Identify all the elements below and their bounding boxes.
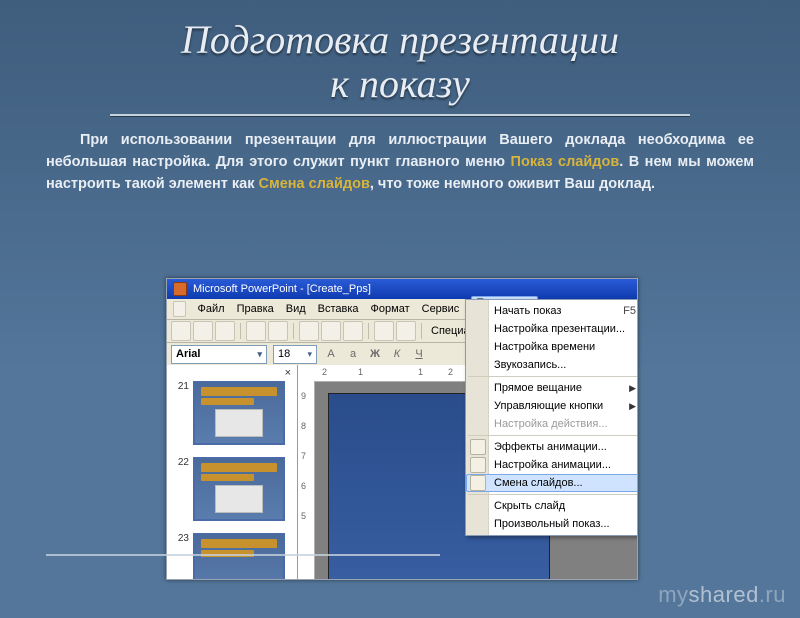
title-line2: к показу bbox=[330, 61, 470, 106]
menu-item[interactable]: Прямое вещание ▶ bbox=[466, 379, 638, 397]
menu-item-label: Начать показ bbox=[494, 305, 561, 317]
menu-item-label: Скрыть слайд bbox=[494, 500, 565, 512]
slideshow-dropdown[interactable]: Начать показ F5 Настройка презентации... На… bbox=[465, 299, 638, 536]
menu-item[interactable]: Настройка анимации... bbox=[466, 456, 638, 474]
menu-view[interactable]: Вид bbox=[286, 303, 306, 315]
thumb-number: 23 bbox=[171, 533, 193, 544]
menu-item[interactable]: Управляющие кнопки ▶ bbox=[466, 397, 638, 415]
menu-item-label: Звукозапись... bbox=[494, 359, 566, 371]
slides-panel[interactable]: × 21 22 23 bbox=[167, 365, 298, 579]
watermark: myshared.ru bbox=[658, 582, 786, 608]
window-title: Microsoft PowerPoint - [Create_Pps] bbox=[193, 283, 371, 295]
wm-b: shared bbox=[689, 582, 759, 607]
slide-thumbnail[interactable] bbox=[193, 457, 285, 521]
thumb-row[interactable]: 22 bbox=[171, 457, 293, 521]
window-titlebar: Microsoft PowerPoint - [Create_Pps] bbox=[167, 279, 637, 299]
menu-item-label: Управляющие кнопки bbox=[494, 400, 603, 412]
tb-sep bbox=[293, 323, 294, 339]
menu-item[interactable]: Настройка времени bbox=[466, 338, 638, 356]
menu-format[interactable]: Формат bbox=[371, 303, 410, 315]
fontsize-combo[interactable]: 18 ▾ bbox=[273, 345, 317, 364]
menu-item: Настройка действия... bbox=[466, 415, 638, 433]
tb-sep bbox=[368, 323, 369, 339]
menu-item[interactable]: Настройка презентации... bbox=[466, 320, 638, 338]
menu-item-label: Настройка презентации... bbox=[494, 323, 625, 335]
menu-separator bbox=[468, 376, 638, 377]
menu-tools[interactable]: Сервис bbox=[422, 303, 460, 315]
slide-thumbnail[interactable] bbox=[193, 533, 285, 580]
close-icon[interactable]: × bbox=[285, 367, 291, 379]
slide-title: Подготовка презентации к показу bbox=[40, 18, 760, 106]
menu-item-icon bbox=[470, 475, 486, 491]
powerpoint-screenshot: Microsoft PowerPoint - [Create_Pps] Файл… bbox=[166, 278, 638, 580]
underline-button[interactable]: Ч bbox=[411, 346, 427, 362]
wm-a: my bbox=[658, 582, 688, 607]
thumb-number: 22 bbox=[171, 457, 193, 468]
ruler-vertical: 9 8 7 6 5 bbox=[298, 381, 315, 579]
menu-item[interactable]: Звукозапись... bbox=[466, 356, 638, 374]
menu-item-label: Настройка анимации... bbox=[494, 459, 611, 471]
tb-copy-icon[interactable] bbox=[321, 321, 341, 341]
menu-shortcut: F5 bbox=[623, 305, 636, 317]
menu-item-label: Эффекты анимации... bbox=[494, 441, 607, 453]
menu-separator bbox=[468, 435, 638, 436]
bold-button[interactable]: Ж bbox=[367, 346, 383, 362]
para-hl2: Смена слайдов bbox=[259, 176, 370, 192]
thumb-row[interactable]: 21 bbox=[171, 381, 293, 445]
tb-save-icon[interactable] bbox=[215, 321, 235, 341]
menu-item[interactable]: Скрыть слайд bbox=[466, 497, 638, 515]
tb-sep bbox=[421, 323, 422, 339]
tb-print-icon[interactable] bbox=[246, 321, 266, 341]
menu-item[interactable]: Начать показ F5 bbox=[466, 302, 638, 320]
menu-item-label: Произвольный показ... bbox=[494, 518, 610, 530]
para-hl1: Показ слайдов bbox=[511, 154, 620, 170]
body-paragraph: При использовании презентации для иллюст… bbox=[46, 130, 754, 195]
powerpoint-icon bbox=[173, 282, 187, 296]
menu-separator bbox=[468, 494, 638, 495]
title-line1: Подготовка презентации bbox=[181, 17, 619, 62]
font-value: Arial bbox=[176, 348, 200, 360]
menu-file[interactable]: Файл bbox=[198, 303, 225, 315]
chevron-down-icon[interactable]: ▾ bbox=[307, 349, 312, 360]
thumb-number: 21 bbox=[171, 381, 193, 392]
menu-edit[interactable]: Правка bbox=[237, 303, 274, 315]
font-combo[interactable]: Arial ▾ bbox=[171, 345, 267, 364]
menu-item[interactable]: Смена слайдов... bbox=[466, 474, 638, 492]
menu-item-icon bbox=[470, 457, 486, 473]
decrease-font-icon[interactable]: a bbox=[345, 346, 361, 362]
tb-undo-icon[interactable] bbox=[374, 321, 394, 341]
menu-item-label: Прямое вещание bbox=[494, 382, 582, 394]
tb-new-icon[interactable] bbox=[171, 321, 191, 341]
tb-preview-icon[interactable] bbox=[268, 321, 288, 341]
chevron-down-icon[interactable]: ▾ bbox=[257, 349, 262, 360]
menu-item[interactable]: Эффекты анимации... bbox=[466, 438, 638, 456]
tb-sep bbox=[240, 323, 241, 339]
footer-line bbox=[46, 554, 440, 556]
title-underline bbox=[110, 114, 690, 116]
para-seg3: , что тоже немного оживит Ваш доклад. bbox=[370, 176, 655, 192]
tb-paste-icon[interactable] bbox=[343, 321, 363, 341]
thumb-row[interactable]: 23 bbox=[171, 533, 293, 580]
menu-insert[interactable]: Вставка bbox=[318, 303, 359, 315]
wm-ru: .ru bbox=[759, 582, 786, 607]
menu-item-icon bbox=[470, 439, 486, 455]
menubar-icon[interactable] bbox=[173, 301, 186, 317]
submenu-arrow-icon: ▶ bbox=[629, 383, 636, 394]
slide-thumbnail[interactable] bbox=[193, 381, 285, 445]
increase-font-icon[interactable]: A bbox=[323, 346, 339, 362]
italic-button[interactable]: К bbox=[389, 346, 405, 362]
tb-cut-icon[interactable] bbox=[299, 321, 319, 341]
menu-item-label: Смена слайдов... bbox=[494, 477, 583, 489]
menu-item-label: Настройка времени bbox=[494, 341, 595, 353]
menu-item[interactable]: Произвольный показ... bbox=[466, 515, 638, 533]
fontsize-value: 18 bbox=[278, 348, 290, 360]
tb-redo-icon[interactable] bbox=[396, 321, 416, 341]
submenu-arrow-icon: ▶ bbox=[629, 401, 636, 412]
tb-open-icon[interactable] bbox=[193, 321, 213, 341]
menu-item-label: Настройка действия... bbox=[494, 418, 608, 430]
